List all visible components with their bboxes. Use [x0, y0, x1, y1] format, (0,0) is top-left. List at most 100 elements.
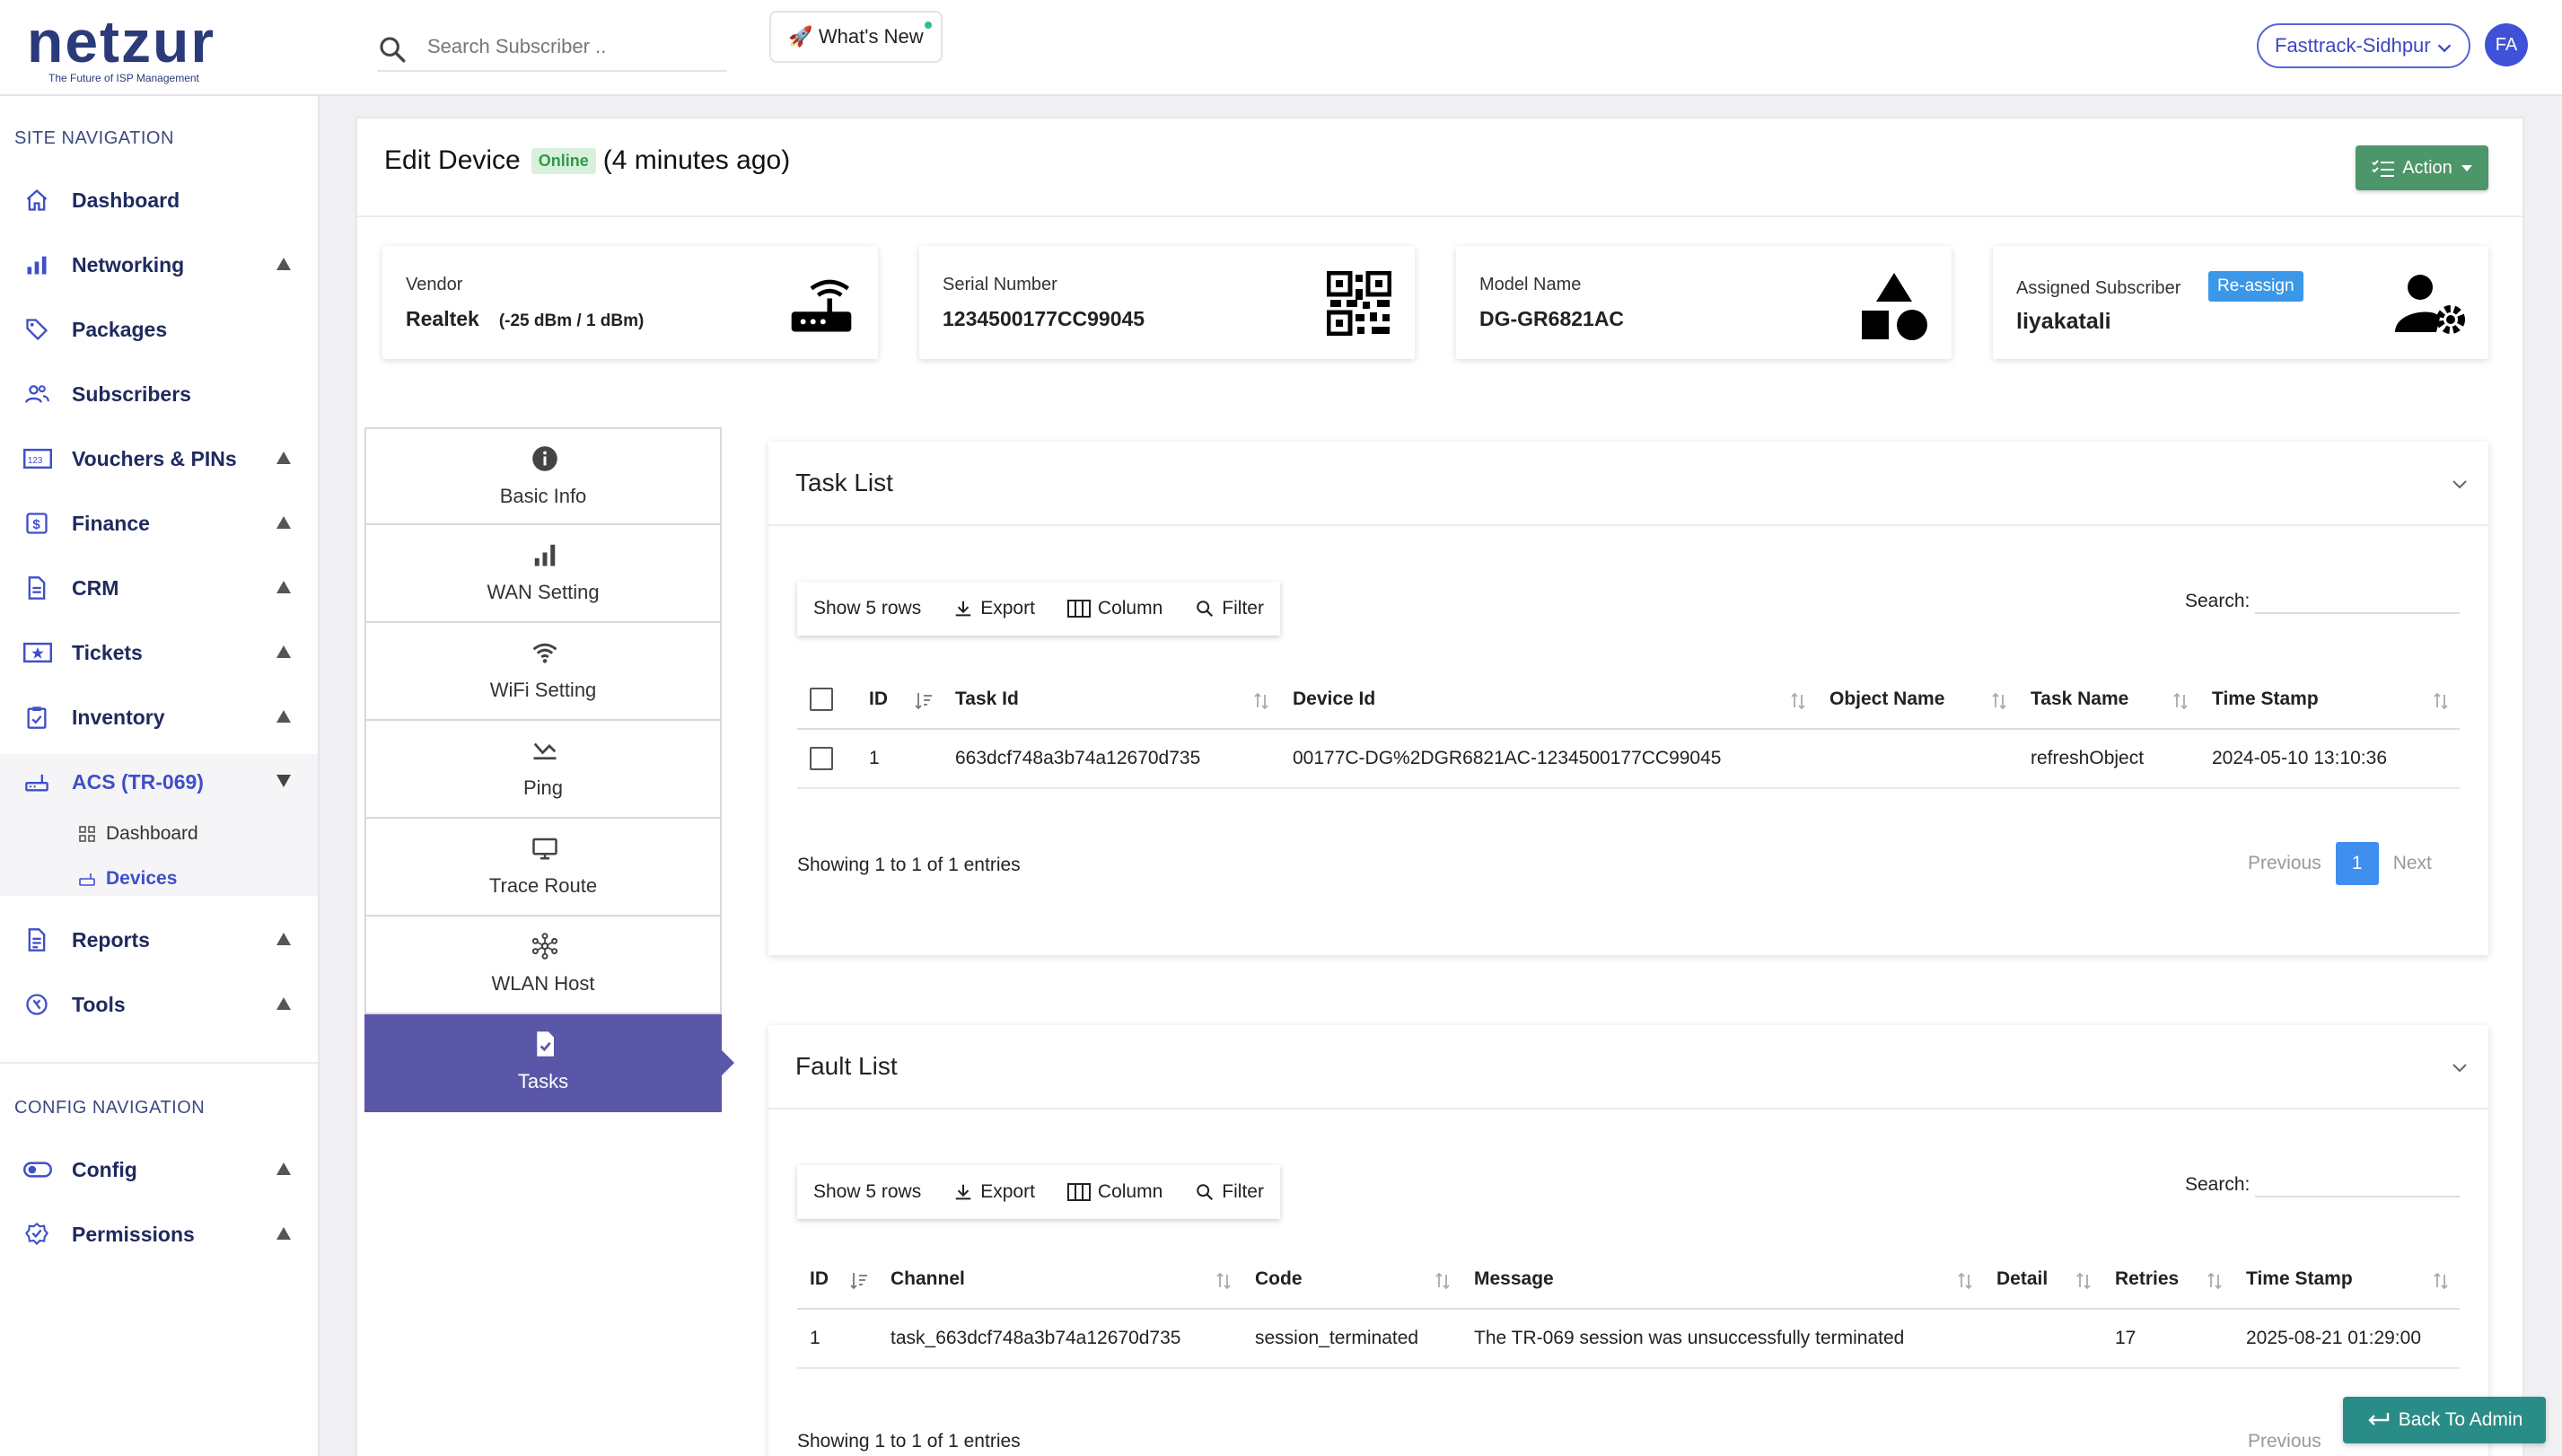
- sort-icon: [2205, 1271, 2224, 1291]
- tab-label: Tasks: [517, 1070, 569, 1092]
- serial-number-card: Serial Number 1234500177CC99045: [919, 246, 1415, 359]
- filter-button[interactable]: Filter: [1179, 582, 1280, 636]
- tab-wan-setting[interactable]: WAN Setting: [364, 525, 722, 623]
- sidebar-item-label: Subscribers: [72, 382, 191, 406]
- next-page-button[interactable]: Next: [2393, 853, 2432, 874]
- brand-logo[interactable]: netzur The Future of ISP Management: [27, 12, 233, 84]
- tab-label: Trace Route: [488, 874, 598, 897]
- row-checkbox[interactable]: [810, 747, 833, 770]
- sidebar-item-dashboard[interactable]: Dashboard: [0, 175, 318, 225]
- panel-divider: [768, 1108, 2488, 1110]
- sidebar-item-tools[interactable]: Tools: [0, 979, 318, 1030]
- column-header-task-id[interactable]: Task Id: [943, 670, 1280, 730]
- sidebar-item-vouchers[interactable]: 123 Vouchers & PINs: [0, 434, 318, 484]
- search-input[interactable]: [427, 32, 715, 61]
- tab-label: Ping: [522, 776, 564, 799]
- sidebar-item-label: Config: [72, 1157, 137, 1181]
- caret-up-icon: [276, 581, 291, 593]
- sidebar-item-label: Dashboard: [72, 188, 180, 212]
- vendor-value: Realtek (-25 dBm / 1 dBm): [406, 307, 644, 331]
- cell-device-id: 00177C-DG%2DGR6821AC-1234500177CC99045: [1280, 729, 1817, 789]
- sidebar-item-finance[interactable]: $ Finance: [0, 498, 318, 548]
- show-rows-button[interactable]: Show 5 rows: [797, 582, 937, 636]
- sidebar-item-config[interactable]: Config: [0, 1145, 318, 1195]
- chevron-down-icon[interactable]: [2451, 1061, 2469, 1074]
- cell-id: 1: [856, 729, 943, 789]
- filter-button[interactable]: Filter: [1179, 1165, 1280, 1219]
- fault-table: ID Channel Code Message Detail Retries T…: [797, 1250, 2460, 1369]
- export-button[interactable]: Export: [937, 582, 1051, 636]
- column-header-object-name[interactable]: Object Name: [1817, 670, 2018, 730]
- fault-pagination: Previous: [2248, 1431, 2321, 1452]
- caret-down-icon: [276, 775, 291, 787]
- sidebar-item-acs[interactable]: ACS (TR-069): [0, 757, 318, 807]
- site-selector[interactable]: Fasttrack-Sidhpur: [2257, 23, 2470, 68]
- column-header-id[interactable]: ID: [856, 670, 943, 730]
- search-icon: [1197, 1184, 1214, 1201]
- chevron-down-icon[interactable]: [2451, 478, 2469, 490]
- reassign-button[interactable]: Re-assign: [2208, 271, 2303, 302]
- sidebar-item-reports[interactable]: Reports: [0, 915, 318, 965]
- tab-wlan-host[interactable]: WLAN Host: [364, 917, 722, 1014]
- table-search-input[interactable]: [2255, 1167, 2460, 1197]
- whats-new-button[interactable]: 🚀 What's New: [769, 11, 943, 63]
- fault-list-title: Fault List: [795, 1052, 898, 1080]
- page-1-button[interactable]: 1: [2335, 842, 2379, 885]
- table-row[interactable]: 1 663dcf748a3b74a12670d735 00177C-DG%2DG…: [797, 729, 2460, 789]
- column-header-code[interactable]: Code: [1242, 1250, 1461, 1310]
- vendor-name: Realtek: [406, 307, 479, 330]
- sidebar-item-tickets[interactable]: Tickets: [0, 627, 318, 678]
- column-header-task-name[interactable]: Task Name: [2018, 670, 2199, 730]
- tab-trace-route[interactable]: Trace Route: [364, 819, 722, 917]
- caret-up-icon: [276, 1227, 291, 1240]
- previous-page-button[interactable]: Previous: [2248, 853, 2321, 874]
- action-dropdown-button[interactable]: Action: [2356, 145, 2488, 190]
- column-header-time-stamp[interactable]: Time Stamp: [2233, 1250, 2460, 1310]
- export-button[interactable]: Export: [937, 1165, 1051, 1219]
- column-header-time-stamp[interactable]: Time Stamp: [2199, 670, 2460, 730]
- tab-wifi-setting[interactable]: WiFi Setting: [364, 623, 722, 721]
- column-button[interactable]: Column: [1051, 1165, 1179, 1219]
- back-to-admin-label: Back To Admin: [2398, 1409, 2523, 1430]
- column-header-detail[interactable]: Detail: [1984, 1250, 2102, 1310]
- task-pagination: Previous 1 Next: [2248, 842, 2432, 885]
- tab-basic-info[interactable]: Basic Info: [364, 427, 722, 525]
- sidebar-item-subscribers[interactable]: Subscribers: [0, 369, 318, 419]
- sidebar-subitem-acs-devices[interactable]: Devices: [79, 868, 177, 890]
- sort-icon: [2171, 691, 2190, 711]
- column-button[interactable]: Column: [1051, 582, 1179, 636]
- whats-new-label: 🚀 What's New: [788, 25, 924, 48]
- sidebar-item-packages[interactable]: Packages: [0, 304, 318, 355]
- filter-label: Filter: [1222, 1181, 1264, 1202]
- column-header-device-id[interactable]: Device Id: [1280, 670, 1817, 730]
- back-to-admin-button[interactable]: Back To Admin: [2343, 1397, 2546, 1443]
- sort-icon: [2431, 1271, 2451, 1291]
- column-header-retries[interactable]: Retries: [2102, 1250, 2233, 1310]
- action-label: Action: [2402, 157, 2452, 178]
- sidebar-item-inventory[interactable]: Inventory: [0, 692, 318, 742]
- sidebar-item-networking[interactable]: Networking: [0, 240, 318, 290]
- column-header-message[interactable]: Message: [1461, 1250, 1984, 1310]
- avatar[interactable]: FA: [2485, 23, 2528, 66]
- sidebar-subitem-label: Devices: [106, 868, 178, 889]
- sidebar-subitem-label: Dashboard: [106, 823, 198, 844]
- tab-ping[interactable]: Ping: [364, 721, 722, 819]
- home-icon: [23, 188, 54, 213]
- select-all-checkbox[interactable]: [810, 687, 833, 711]
- column-header-channel[interactable]: Channel: [878, 1250, 1242, 1310]
- column-header-id[interactable]: ID: [797, 1250, 878, 1310]
- sidebar-subitem-acs-dashboard[interactable]: Dashboard: [79, 823, 198, 845]
- device-tabs: Basic Info WAN Setting WiFi Setting Ping…: [364, 427, 734, 1112]
- svg-text:$: $: [32, 517, 40, 532]
- sidebar-item-permissions[interactable]: Permissions: [0, 1209, 318, 1259]
- previous-page-button[interactable]: Previous: [2248, 1431, 2321, 1452]
- tab-tasks[interactable]: Tasks: [364, 1014, 734, 1112]
- tag-icon: [23, 317, 54, 342]
- table-search-input[interactable]: [2255, 583, 2460, 614]
- config-navigation-heading: CONFIG NAVIGATION: [14, 1098, 206, 1118]
- show-rows-button[interactable]: Show 5 rows: [797, 1165, 937, 1219]
- site-selector-value: Fasttrack-Sidhpur: [2275, 34, 2431, 57]
- cell-channel: task_663dcf748a3b74a12670d735: [878, 1309, 1242, 1369]
- sidebar-item-crm[interactable]: CRM: [0, 563, 318, 613]
- table-row[interactable]: 1 task_663dcf748a3b74a12670d735 session_…: [797, 1309, 2460, 1369]
